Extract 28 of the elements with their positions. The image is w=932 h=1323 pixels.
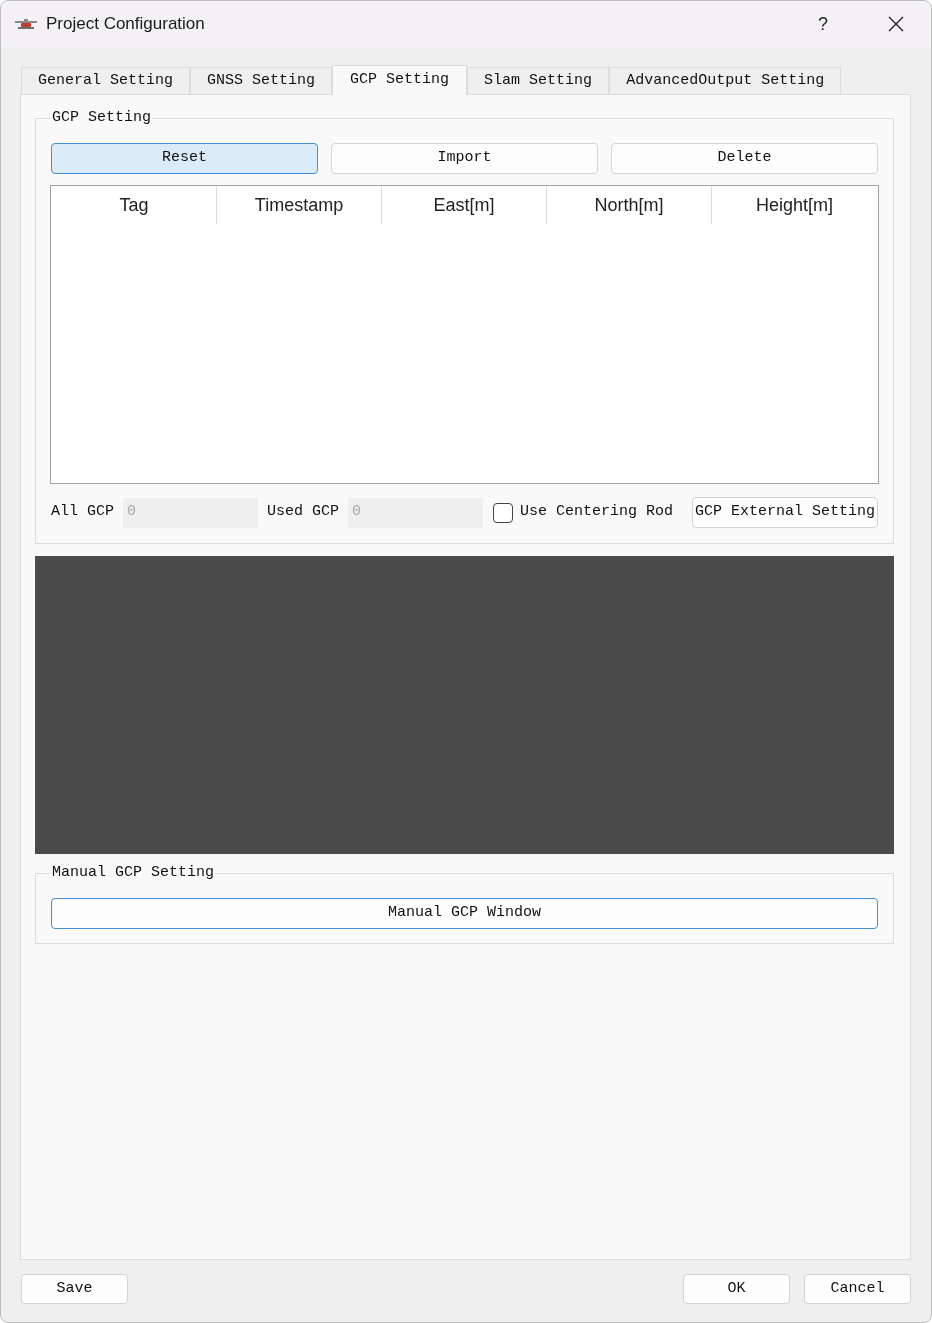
dialog-button[interactable]: Save xyxy=(21,1274,128,1304)
tab[interactable]: GNSS Setting xyxy=(190,67,333,94)
dialog-button[interactable]: OK xyxy=(683,1274,790,1304)
action-button[interactable]: Import xyxy=(331,143,598,174)
column-header[interactable]: Height[m] xyxy=(712,187,877,224)
app-logo-icon xyxy=(15,18,37,30)
checkbox[interactable] xyxy=(493,502,514,523)
tab[interactable]: AdvancedOutput Setting xyxy=(609,67,842,94)
action-button[interactable]: Reset xyxy=(51,143,318,174)
column-header[interactable]: East[m] xyxy=(382,187,547,224)
close-icon[interactable] xyxy=(888,16,904,32)
manual-window-button[interactable]: Manual GCP Window xyxy=(51,898,878,929)
help-button[interactable]: ? xyxy=(818,15,828,33)
group-title: Manual GCP Setting xyxy=(51,864,216,882)
field-label: All GCP xyxy=(51,502,114,523)
tab[interactable]: GCP Setting xyxy=(332,65,468,95)
checkbox-label[interactable]: Use Centering Rod xyxy=(520,501,674,524)
dialog-button[interactable]: Cancel xyxy=(804,1274,911,1304)
action-button[interactable]: Delete xyxy=(611,143,878,174)
tab[interactable]: Slam Setting xyxy=(467,67,610,94)
group-title: GCP Setting xyxy=(51,109,153,127)
column-header[interactable]: North[m] xyxy=(547,187,712,224)
tab[interactable]: General Setting xyxy=(21,67,191,94)
field-label: Used GCP xyxy=(267,502,340,523)
column-header[interactable]: Tag xyxy=(52,187,217,224)
window-title: Project Configuration xyxy=(46,13,205,36)
external-setting-button[interactable]: GCP External Setting xyxy=(691,497,878,528)
column-header[interactable]: Timestamp xyxy=(217,187,382,224)
